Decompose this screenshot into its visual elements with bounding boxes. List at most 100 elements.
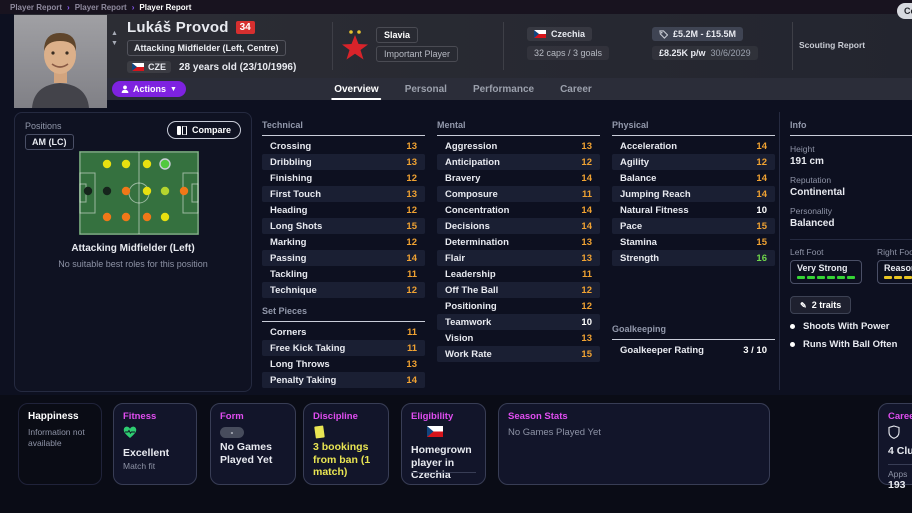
right-foot-block: Right Foot Reasonable — [877, 247, 912, 284]
attribute-value: 12 — [756, 156, 767, 168]
attribute-value: 14 — [406, 252, 417, 264]
attribute-value: 11 — [406, 268, 417, 280]
attribute-name: Positioning — [445, 300, 497, 312]
scouting-report-label[interactable]: Scouting Report — [799, 40, 865, 50]
right-foot-label: Right Foot — [877, 247, 912, 257]
card-title: Discipline — [313, 411, 358, 422]
attribute-value: 16 — [756, 252, 767, 264]
attribute-name: Determination — [445, 236, 509, 248]
attribute-value: 14 — [581, 220, 592, 232]
mental-section: Mental Aggression 13 Anticipation 12 Bra… — [437, 120, 600, 362]
breadcrumb-item[interactable]: Player Report — [10, 3, 62, 12]
attribute-row: Vision 13 — [437, 330, 600, 346]
apps-value: 193 — [888, 479, 906, 492]
eligibility-card[interactable]: Eligibility Homegrown player in Czechia — [401, 403, 486, 485]
tab-career[interactable]: Career — [560, 84, 592, 95]
chevron-down-icon[interactable]: ▼ — [111, 40, 118, 47]
tag-icon — [659, 29, 668, 39]
attribute-name: Strength — [620, 252, 660, 264]
attribute-row: Pace 15 — [612, 218, 775, 234]
fitness-status: Excellent — [123, 447, 170, 459]
season-stats-text: No Games Played Yet — [508, 427, 601, 438]
traits-button-label: 2 traits — [811, 300, 842, 310]
shield-icon — [888, 425, 900, 439]
club-name-pill[interactable]: Slavia — [376, 27, 419, 43]
breadcrumb-item[interactable]: Player Report — [75, 3, 127, 12]
form-card[interactable]: Form - No Games Played Yet — [210, 403, 296, 485]
attribute-value: 13 — [581, 252, 592, 264]
tab-performance[interactable]: Performance — [473, 84, 534, 95]
attribute-name: Leadership — [445, 268, 496, 280]
national-team-pill[interactable]: Czechia — [527, 27, 593, 41]
discipline-card[interactable]: Discipline 3 bookings from ban (1 match) — [303, 403, 389, 485]
attribute-name: Dribbling — [270, 156, 312, 168]
header-divider — [792, 22, 793, 70]
season-stats-card[interactable]: Season Stats No Games Played Yet — [498, 403, 770, 485]
chevron-up-icon[interactable]: ▲ — [111, 30, 118, 37]
attribute-name: Jumping Reach — [620, 188, 691, 200]
attribute-row: Decisions 14 — [437, 218, 600, 234]
attribute-row: Composure 11 — [437, 186, 600, 202]
attribute-row: Passing 14 — [262, 250, 425, 266]
attribute-name: Balance — [620, 172, 657, 184]
attribute-name: Stamina — [620, 236, 657, 248]
eligibility-text: Homegrown player in Czechia — [411, 444, 472, 482]
card-text: Information not available — [28, 427, 85, 448]
actions-button[interactable]: Actions ▼ — [112, 81, 186, 97]
attribute-name: Anticipation — [445, 156, 500, 168]
fitness-card[interactable]: Fitness Excellent Match fit — [113, 403, 197, 485]
attribute-name: Teamwork — [445, 316, 492, 328]
attribute-row: Finishing 12 — [262, 170, 425, 186]
positions-panel: Positions AM (LC) Compare Attacking Midf… — [14, 112, 252, 392]
left-foot-block: Left Foot Very Strong — [790, 247, 862, 284]
career-stats-card[interactable]: Career Stats 4 Clubs Apps 193 — [878, 403, 912, 491]
attribute-row: Marking 12 — [262, 234, 425, 250]
club-status-pill: Important Player — [376, 46, 459, 62]
player-identity: Lukáš Provod 34 Attacking Midfielder (Le… — [127, 19, 296, 73]
attribute-name: Passing — [270, 252, 307, 264]
happiness-card[interactable]: Happiness Information not available — [18, 403, 102, 485]
attribute-value: 14 — [581, 172, 592, 184]
position-pill: Attacking Midfielder (Left, Centre) — [127, 40, 286, 56]
attribute-name: Bravery — [445, 172, 481, 184]
attribute-value: 14 — [756, 172, 767, 184]
compare-edge-button[interactable]: Compare — [897, 3, 912, 19]
attribute-value: 12 — [581, 300, 592, 312]
attribute-name: Agility — [620, 156, 650, 168]
attribute-row: Heading 12 — [262, 202, 425, 218]
attribute-row: First Touch 13 — [262, 186, 425, 202]
attribute-name: Marking — [270, 236, 307, 248]
attribute-row: Long Shots 15 — [262, 218, 425, 234]
attribute-name: Composure — [445, 188, 498, 200]
attribute-name: Tackling — [270, 268, 308, 280]
height-value: 191 cm — [790, 156, 824, 167]
chevron-down-icon: ▼ — [170, 85, 177, 93]
compare-button[interactable]: Compare — [166, 121, 241, 139]
breadcrumb-separator-icon: › — [67, 2, 70, 12]
traits-button[interactable]: ✎ 2 traits — [790, 296, 852, 314]
attribute-name: Flair — [445, 252, 466, 264]
attribute-value: 12 — [581, 156, 592, 168]
attribute-name: Aggression — [445, 140, 498, 152]
nationality-pill: CZE — [127, 61, 171, 73]
left-foot-label: Left Foot — [790, 247, 824, 257]
technical-column: Technical Crossing 13 Dribbling 13 Finis… — [262, 120, 425, 388]
trait-label: Runs With Ball Often — [803, 339, 898, 350]
attribute-name: Natural Fitness — [620, 204, 689, 216]
selected-position-caption: Attacking Midfielder (Left) — [71, 243, 195, 254]
height-label: Height — [790, 144, 815, 154]
attribute-row: Anticipation 12 — [437, 154, 600, 170]
attribute-row: Concentration 14 — [437, 202, 600, 218]
attribute-name: Free Kick Taking — [270, 342, 346, 354]
info-divider — [779, 112, 780, 390]
attribute-row: Teamwork 10 — [437, 314, 600, 330]
tab-personal[interactable]: Personal — [405, 84, 447, 95]
attribute-value: 15 — [756, 236, 767, 248]
attribute-value: 3 / 10 — [743, 344, 767, 356]
card-separator — [888, 463, 912, 465]
attribute-name: Crossing — [270, 140, 312, 152]
player-switcher: ▲ ▼ — [111, 30, 118, 47]
attribute-value: 13 — [581, 236, 592, 248]
tab-overview[interactable]: Overview — [331, 84, 383, 100]
attribute-row: Work Rate 15 — [437, 346, 600, 362]
